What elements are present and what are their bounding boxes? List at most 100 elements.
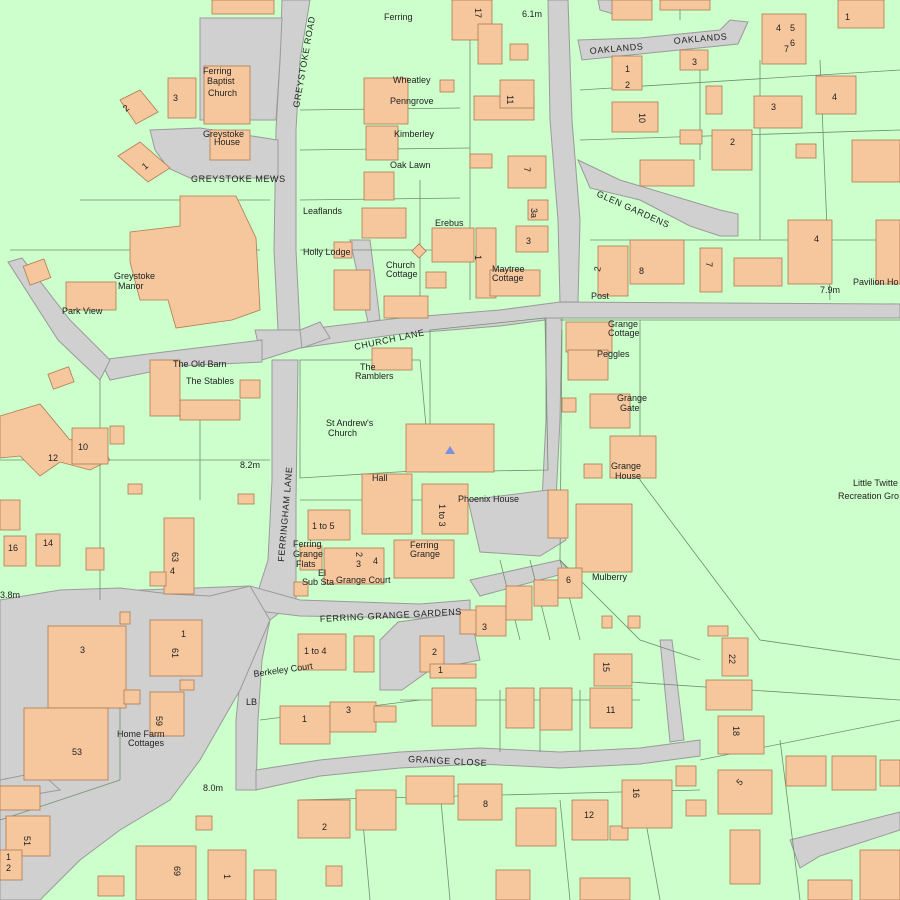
house-number: 3: [80, 645, 85, 655]
label-grange-court: Grange Court: [336, 575, 391, 585]
label-home-farm: Cottages: [128, 738, 165, 748]
label-baptist: Baptist: [207, 76, 235, 86]
house-number: 61: [170, 648, 180, 658]
label-kimberley: Kimberley: [394, 129, 435, 139]
label-fg-flats: Grange: [293, 549, 323, 559]
label-maytree: Cottage: [492, 273, 524, 283]
house-number: 63: [170, 552, 180, 562]
house-number: 7: [522, 167, 532, 172]
label-mulberry: Mulberry: [592, 572, 628, 582]
label-greystoke-manor: Manor: [118, 281, 144, 291]
building: [477, 23, 503, 65]
house-number: 7: [704, 262, 714, 267]
building: [639, 159, 695, 187]
label-grange-gate: Grange: [617, 393, 647, 403]
house-number: 2: [730, 137, 735, 147]
house-number: 8: [639, 266, 644, 276]
label-grange-cottage: Cottage: [608, 328, 640, 338]
building: [475, 605, 507, 637]
label-greystoke-manor: Greystoke: [114, 271, 155, 281]
building: [707, 625, 729, 637]
label-baptist: Ferring: [203, 66, 232, 76]
building: [0, 785, 41, 811]
label-little-twitten: Little Twitte: [853, 478, 898, 488]
building: [149, 571, 167, 587]
house-number: 11: [505, 95, 515, 104]
building: [629, 239, 685, 285]
spot-height: 6.1m: [522, 9, 542, 19]
building-oak-lawn: [363, 171, 395, 201]
building: [515, 225, 549, 253]
house-number: 10: [78, 442, 88, 452]
house-number: 10: [637, 113, 647, 123]
label-holly-lodge: Holly Lodge: [303, 247, 351, 257]
building: [583, 463, 603, 479]
building: [795, 143, 817, 159]
building: [237, 493, 255, 505]
building: [431, 687, 477, 727]
house-number: 1: [222, 874, 232, 879]
label-ferring: Ferring: [384, 12, 413, 22]
label-church-cottage: Cottage: [386, 269, 418, 279]
house-number: 4: [814, 234, 819, 244]
building: [211, 0, 275, 15]
label-ramblers: Ramblers: [355, 371, 394, 381]
label-erebus: Erebus: [435, 218, 464, 228]
house-number: 1: [625, 64, 630, 74]
building: [547, 489, 569, 539]
building-grange-cottage: [565, 321, 613, 353]
building: [97, 875, 125, 897]
building: [787, 219, 833, 285]
house-number: 4: [776, 23, 781, 33]
building: [405, 775, 455, 805]
building: [23, 707, 109, 781]
building: [729, 829, 761, 885]
house-number: 6: [790, 38, 795, 48]
house-number: 16: [631, 788, 641, 798]
building: [353, 635, 375, 673]
building: [785, 755, 827, 787]
label-baptist: Church: [208, 88, 237, 98]
building-erebus: [431, 227, 475, 263]
building: [679, 129, 703, 145]
house-number: 3: [482, 622, 487, 632]
building: [733, 257, 783, 287]
house-number: 3: [692, 57, 697, 67]
building-leaflands: [361, 207, 407, 239]
label-greystoke-house: House: [214, 137, 240, 147]
label-leaflands: Leaflands: [303, 206, 343, 216]
label-lb: LB: [246, 697, 257, 707]
building: [601, 615, 613, 629]
building: [355, 789, 397, 831]
os-map[interactable]: GREYSTOKE ROAD GREYSTOKE MEWS CHURCH LAN…: [0, 0, 900, 900]
map-canvas[interactable]: GREYSTOKE ROAD GREYSTOKE MEWS CHURCH LAN…: [0, 0, 900, 900]
building: [297, 799, 351, 839]
building: [571, 799, 609, 841]
house-number: 1: [6, 852, 11, 862]
building: [109, 425, 125, 445]
building: [0, 499, 21, 531]
label-old-barn: The Old Barn: [173, 359, 227, 369]
label-post: Post: [591, 291, 610, 301]
building: [831, 755, 877, 791]
label-grange-gate: Gate: [620, 403, 640, 413]
label-oak-lawn: Oak Lawn: [390, 160, 431, 170]
house-number: 69: [172, 866, 182, 876]
building: [373, 705, 397, 723]
building: [593, 653, 633, 687]
label-fg-flats: Ferring: [293, 539, 322, 549]
house-number: 16: [8, 543, 18, 553]
label-phoenix-house: Phoenix House: [458, 494, 519, 504]
building: [659, 0, 711, 11]
label-grange-house: Grange: [611, 461, 641, 471]
label-el-sub-sta: Sub Sta: [302, 577, 334, 587]
building: [579, 877, 631, 900]
building-post: [597, 245, 629, 297]
building: [509, 43, 529, 61]
building: [439, 79, 455, 93]
house-number: 1: [473, 255, 483, 260]
house-number: 4: [170, 566, 175, 576]
building: [279, 705, 331, 745]
building: [711, 129, 753, 171]
house-number: 3a: [529, 208, 539, 218]
